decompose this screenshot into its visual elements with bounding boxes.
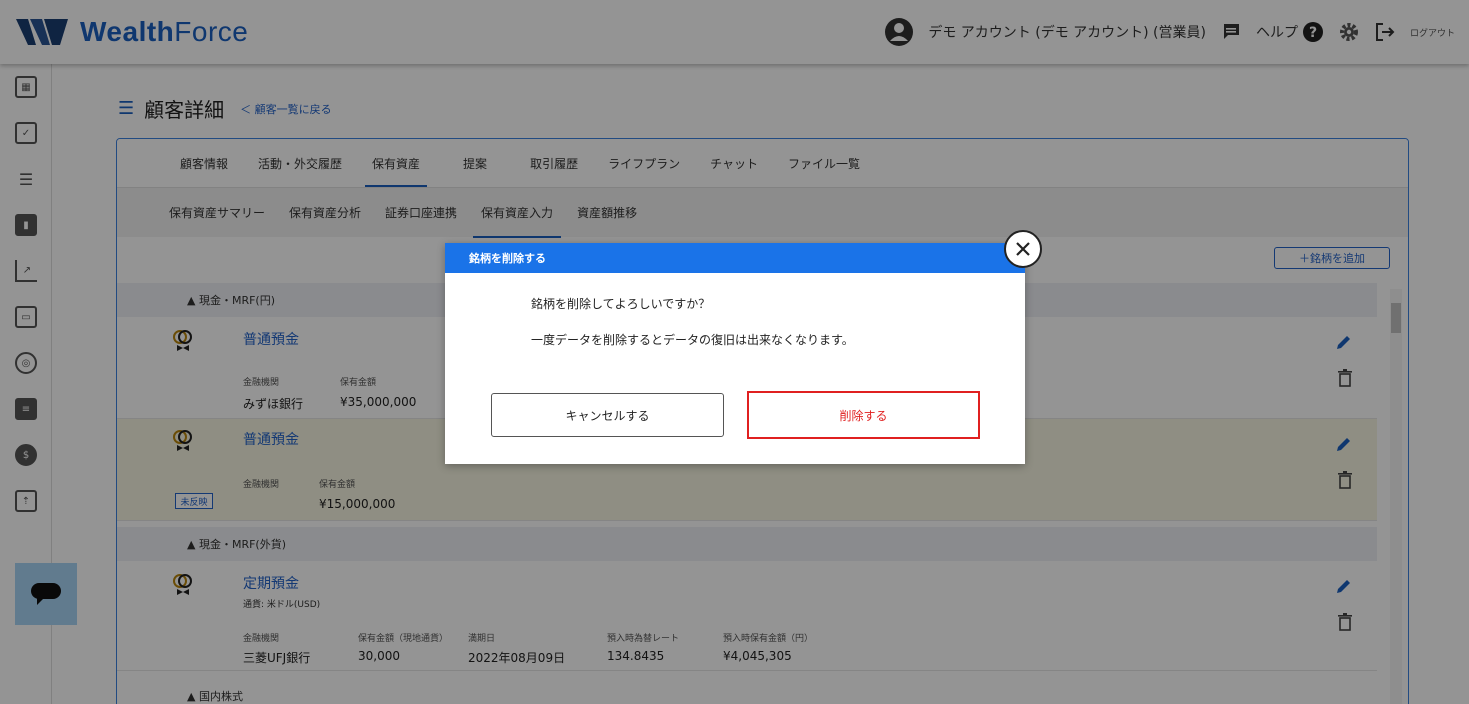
cancel-button[interactable]: キャンセルする [491, 393, 724, 437]
delete-confirm-dialog: 銘柄を削除する 銘柄を削除してよろしいですか？ 一度データを削除するとデータの復… [445, 243, 1025, 464]
dialog-message-confirm: 銘柄を削除してよろしいですか？ [531, 297, 711, 311]
dialog-title: 銘柄を削除する [445, 243, 1025, 273]
delete-button[interactable]: 削除する [747, 391, 980, 439]
dialog-message-warning: 一度データを削除するとデータの復旧は出来なくなります。 [531, 333, 854, 347]
close-icon [1016, 242, 1030, 256]
close-dialog-button[interactable] [1004, 230, 1042, 268]
